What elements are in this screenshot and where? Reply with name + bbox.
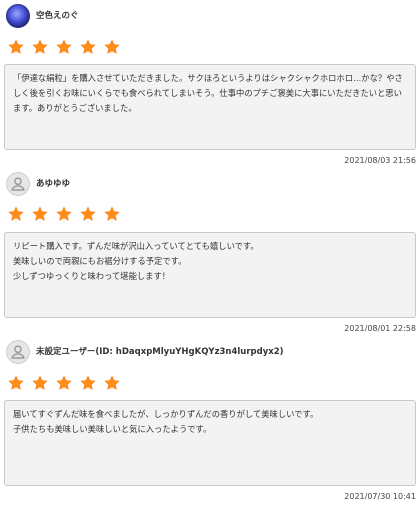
review-date: 2021/08/03 21:56 xyxy=(344,156,416,165)
review-text: リピート購入です。ずんだ味が沢山入っていてとても嬉しいです。 美味しいので両親に… xyxy=(13,241,259,281)
review-text: 届いてすぐずんだ味を食べましたが、しっかりずんだの香りがして美味しいです。 子供… xyxy=(13,409,319,434)
star-icon xyxy=(8,375,24,390)
star-icon xyxy=(80,39,96,54)
review-comment: 届いてすぐずんだ味を食べましたが、しっかりずんだの香りがして美味しいです。 子供… xyxy=(4,400,416,486)
review-username[interactable]: 空色えのぐ xyxy=(36,10,79,22)
default-user-icon[interactable] xyxy=(6,340,30,364)
star-icon xyxy=(32,375,48,390)
review-username[interactable]: 未設定ユーザー(ID: hDaqxpMlyuYHgKQYz3n4lurpdyx2… xyxy=(36,346,284,358)
star-icon xyxy=(56,375,72,390)
star-rating xyxy=(7,38,121,56)
star-icon xyxy=(80,375,96,390)
star-icon xyxy=(56,206,72,221)
user-avatar[interactable] xyxy=(6,4,30,28)
star-icon xyxy=(80,206,96,221)
star-rating xyxy=(7,205,121,223)
review-comment: リピート購入です。ずんだ味が沢山入っていてとても嬉しいです。 美味しいので両親に… xyxy=(4,232,416,318)
star-icon xyxy=(32,39,48,54)
review-text: 「伊達な絹粒」を購入させていただきました。サクほろというよりはシャクシャクホロホ… xyxy=(13,73,403,113)
default-user-icon[interactable] xyxy=(6,172,30,196)
star-icon xyxy=(104,206,120,221)
review-date: 2021/07/30 10:41 xyxy=(344,492,416,501)
star-icon xyxy=(32,206,48,221)
star-icon xyxy=(104,39,120,54)
review-username[interactable]: あゆゆゆ xyxy=(36,178,70,190)
review-date: 2021/08/01 22:58 xyxy=(344,324,416,333)
star-icon xyxy=(104,375,120,390)
star-icon xyxy=(8,39,24,54)
review-comment: 「伊達な絹粒」を購入させていただきました。サクほろというよりはシャクシャクホロホ… xyxy=(4,64,416,150)
star-rating xyxy=(7,374,121,392)
star-icon xyxy=(8,206,24,221)
star-icon xyxy=(56,39,72,54)
